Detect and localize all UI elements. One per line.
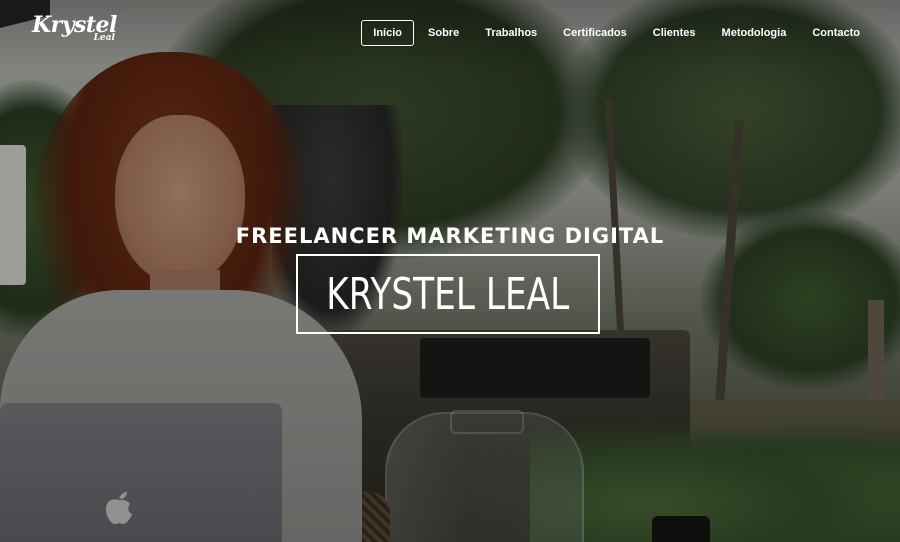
site-logo[interactable]: Krystel Leal: [32, 14, 117, 43]
hero-tagline: FREELANCER MARKETING DIGITAL: [235, 224, 665, 248]
hero-name: KRYSTEL LEAL: [326, 268, 570, 320]
nav-item-metodologia[interactable]: Metodologia: [710, 20, 799, 46]
nav-item-clientes[interactable]: Clientes: [641, 20, 708, 46]
nav-item-sobre[interactable]: Sobre: [416, 20, 471, 46]
nav-item-trabalhos[interactable]: Trabalhos: [473, 20, 549, 46]
nav-item-inicio[interactable]: Início: [361, 20, 415, 46]
main-nav: Início Sobre Trabalhos Certificados Clie…: [359, 20, 872, 46]
nav-item-contacto[interactable]: Contacto: [800, 20, 872, 46]
nav-item-certificados[interactable]: Certificados: [551, 20, 639, 46]
hero-name-box: KRYSTEL LEAL: [296, 254, 600, 334]
